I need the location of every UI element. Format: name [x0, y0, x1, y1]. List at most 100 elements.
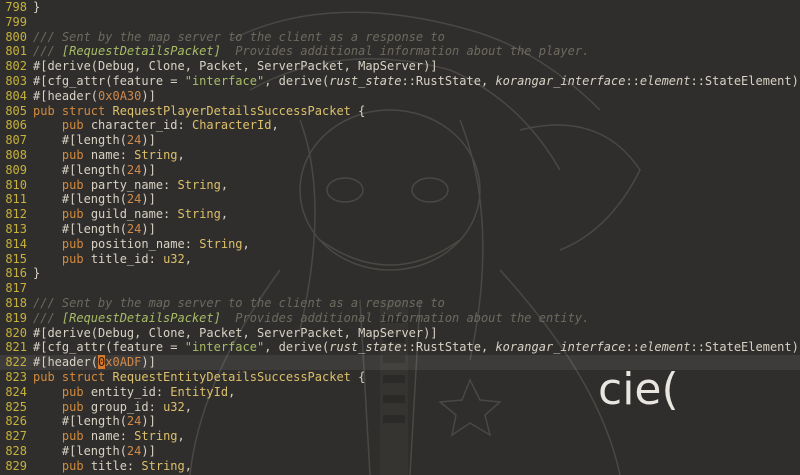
code-token: String — [134, 148, 178, 162]
code-token: #[header( — [33, 355, 99, 370]
code-text: pub struct RequestEntityDetailsSuccessPa… — [33, 370, 365, 385]
code-line[interactable]: 806 pub character_id: CharacterId, — [0, 118, 800, 133]
line-number: 827 — [5, 429, 27, 444]
code-line[interactable]: 803 #[cfg_attr(feature = "interface", der… — [0, 74, 800, 89]
code-token: ::StateElement))] — [690, 74, 800, 88]
code-token: { — [350, 370, 366, 384]
code-line[interactable]: 814 pub position_name: String, — [0, 237, 800, 252]
line-number: 812 — [5, 207, 27, 222]
code-line[interactable]: 826 #[length(24)] — [0, 414, 800, 429]
code-line[interactable]: 811 #[length(24)] — [0, 192, 800, 207]
code-token: #[length( — [33, 162, 127, 177]
code-line[interactable]: 805 pub struct RequestPlayerDetailsSucces… — [0, 104, 800, 119]
code-text: pub name: String, — [33, 429, 185, 444]
code-token: )] — [141, 444, 156, 458]
line-number: 821 — [5, 340, 27, 355]
line-number: 811 — [5, 192, 27, 207]
code-line[interactable]: 802 #[derive(Debug, Clone, Packet, Server… — [0, 59, 800, 74]
line-number: 814 — [5, 236, 27, 251]
line-number: 826 — [5, 414, 27, 429]
code-token: position_name: — [90, 236, 200, 251]
code-token: x0ADF — [105, 355, 142, 370]
code-token: RequestPlayerDetailsSuccessPacket — [112, 103, 351, 118]
code-line[interactable]: 819 /// [RequestDetailsPacket] Provides a… — [0, 311, 800, 326]
code-token: #[length( — [33, 133, 127, 148]
code-token: [RequestDetailsPacket] — [61, 310, 221, 325]
line-number: 817 — [5, 281, 27, 296]
code-token: pub struct — [33, 370, 113, 384]
code-line[interactable]: 823 pub struct RequestEntityDetailsSucces… — [0, 370, 800, 385]
code-token: Provides additional information about th… — [220, 44, 590, 59]
line-number: 825 — [5, 399, 27, 414]
code-line[interactable]: 824 pub entity_id: EntityId, — [0, 385, 800, 400]
code-line[interactable]: 827 pub name: String, — [0, 429, 800, 444]
code-line[interactable]: 812 pub guild_name: String, — [0, 207, 800, 222]
code-line[interactable]: 800 /// Sent by the map server to the cli… — [0, 30, 800, 45]
code-token: pub — [61, 458, 91, 473]
code-line[interactable]: 818 /// Sent by the map server to the cli… — [0, 296, 800, 311]
code-line[interactable]: 821 #[cfg_attr(feature = "interface", der… — [0, 340, 800, 355]
code-token: :: — [625, 340, 640, 355]
code-token: , derive( — [264, 74, 330, 88]
code-line[interactable]: 813 #[length(24)] — [0, 222, 800, 237]
code-token: element — [639, 340, 691, 355]
code-token: String — [177, 177, 221, 192]
code-text: #[derive(Debug, Clone, Packet, ServerPac… — [33, 59, 438, 74]
code-line[interactable]: 799 — [0, 15, 800, 30]
code-text: #[length(24)] — [33, 133, 156, 148]
code-text: pub entity_id: EntityId, — [33, 385, 235, 400]
code-line[interactable]: 825 pub group_id: u32, — [0, 400, 800, 415]
code-line[interactable]: 829 pub title: String, — [0, 459, 800, 474]
code-token: party_name: — [90, 177, 178, 192]
code-line[interactable]: 815 pub title_id: u32, — [0, 252, 800, 267]
code-line[interactable]: 808 pub name: String, — [0, 148, 800, 163]
code-token: korangar_interface — [495, 74, 626, 88]
code-line[interactable]: 809 #[length(24)] — [0, 163, 800, 178]
code-token: #[cfg_attr(feature = — [33, 74, 185, 88]
code-line[interactable]: 810 pub party_name: String, — [0, 178, 800, 193]
code-line[interactable]: 816} — [0, 266, 800, 281]
code-token: , — [184, 251, 192, 266]
code-token: #[length( — [33, 414, 127, 429]
code-token: u32 — [163, 251, 185, 266]
code-text: #[length(24)] — [33, 414, 156, 429]
code-line[interactable]: 828 #[length(24)] — [0, 444, 800, 459]
code-token: title: — [90, 458, 142, 473]
line-number: 809 — [5, 162, 27, 177]
code-token: [RequestDetailsPacket] — [61, 44, 221, 59]
line-number: 828 — [5, 444, 27, 458]
code-token: pub — [61, 177, 91, 192]
code-token: , — [177, 429, 185, 444]
code-token: #[cfg_attr(feature = — [33, 340, 185, 355]
code-token: #[length( — [33, 444, 127, 458]
code-token: u32 — [163, 399, 185, 414]
code-line[interactable]: 804 #[header(0x0A30)] — [0, 89, 800, 104]
line-number: 798 — [5, 0, 27, 14]
code-line[interactable]: 817 — [0, 281, 800, 296]
code-token: #[length( — [33, 222, 127, 236]
code-text: /// Sent by the map server to the client… — [33, 30, 445, 45]
code-token: /// — [33, 44, 62, 59]
code-token: , — [184, 399, 192, 414]
line-number: 822 — [5, 355, 27, 370]
code-line[interactable]: 801 /// [RequestDetailsPacket] Provides a… — [0, 44, 800, 59]
code-line[interactable]: 807 #[length(24)] — [0, 133, 800, 148]
code-line[interactable]: 822 #[header(0x0ADF)] — [0, 355, 800, 370]
code-token: } — [33, 0, 41, 14]
code-token: /// Sent by the map server to the client… — [33, 296, 445, 310]
code-token: /// — [33, 310, 62, 325]
code-line[interactable]: 820 #[derive(Debug, Clone, Packet, Server… — [0, 326, 800, 341]
code-line[interactable]: 798} — [0, 0, 800, 15]
code-token: pub — [61, 429, 91, 444]
code-token: )] — [141, 162, 156, 177]
line-number: 807 — [5, 133, 27, 148]
code-token: :: — [625, 74, 640, 88]
code-token: )] — [141, 222, 156, 236]
code-editor[interactable]: 798} 799 800/// Sent by the map server to … — [0, 0, 800, 475]
line-number: 813 — [5, 222, 27, 236]
